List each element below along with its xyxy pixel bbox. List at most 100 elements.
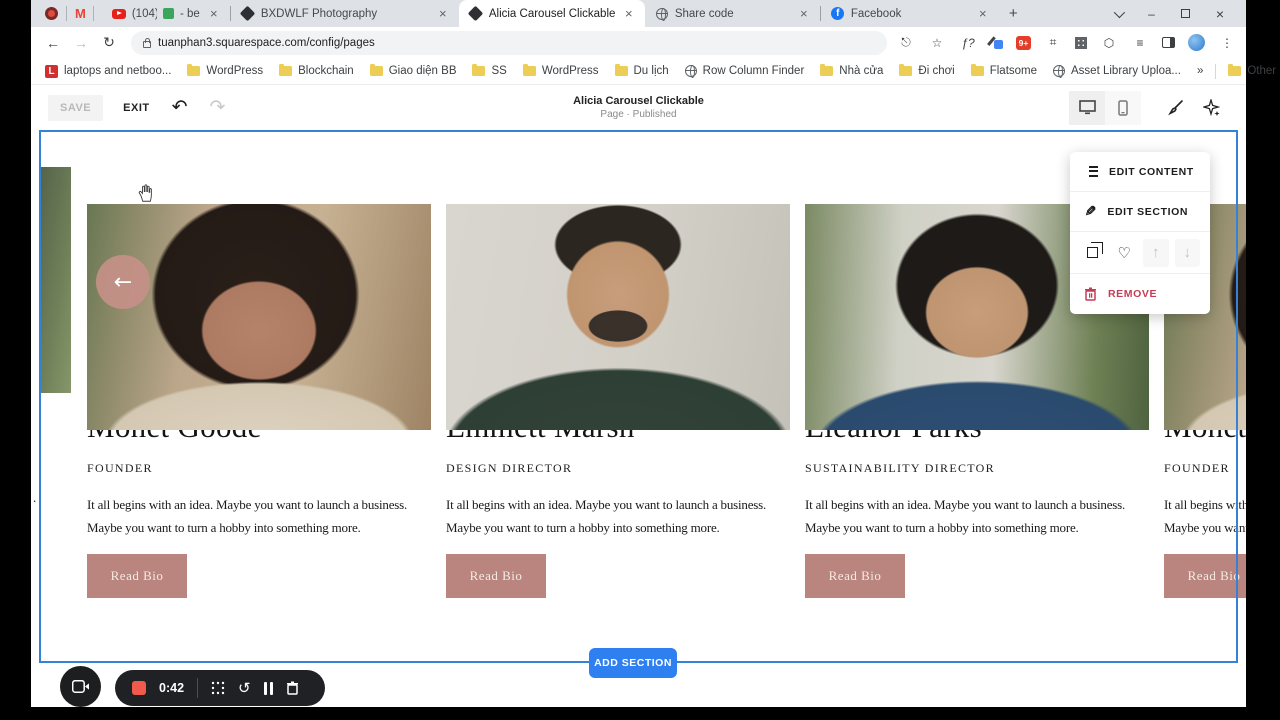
bookmark-folder[interactable]: Giao diện BB <box>369 64 456 77</box>
folder-icon <box>1228 64 1242 76</box>
minimize-button[interactable]: – <box>1148 7 1155 21</box>
edit-section-menu-item[interactable]: ✎ EDIT SECTION <box>1070 192 1210 232</box>
facebook-icon: f <box>831 7 845 21</box>
screen: M (104) lofi hip hop radio - be × BXDWLF… <box>0 0 1280 720</box>
back-icon[interactable]: ← <box>41 35 65 51</box>
member-bio: It all begins with an idea. Maybe you wa… <box>1164 497 1246 535</box>
tab-alicia-carousel[interactable]: Alicia Carousel Clickable — @t × <box>458 0 645 27</box>
folder-icon <box>472 64 486 76</box>
bookmark-star-icon[interactable]: ☆ <box>928 36 946 50</box>
globe-icon <box>655 7 669 21</box>
close-window-button[interactable]: × <box>1216 6 1224 22</box>
left-arrow-icon: ← <box>113 269 133 295</box>
font-finder-extension-icon[interactable]: ƒ? <box>959 36 977 50</box>
tab-bxdwlf[interactable]: BXDWLF Photography × <box>231 0 459 27</box>
site-styles-brush-icon[interactable] <box>1157 91 1193 125</box>
tab-share-code[interactable]: Share code × <box>645 0 820 27</box>
undo-icon[interactable]: ↶ <box>172 98 188 117</box>
puzzle-extensions-icon[interactable]: ⬡ <box>1100 36 1118 50</box>
team-photo-emmett-marsh[interactable] <box>446 204 790 430</box>
bookmark-item[interactable]: Asset Library Uploa... <box>1053 65 1181 78</box>
bookmark-folder[interactable]: SS <box>472 64 507 77</box>
read-bio-button[interactable]: Read Bio <box>446 554 546 598</box>
bookmark-item[interactable]: Llaptops and netboo... <box>45 64 171 78</box>
restart-recording-icon[interactable]: ↺ <box>238 679 251 697</box>
read-bio-button[interactable]: Read Bio <box>87 554 187 598</box>
edit-content-menu-item[interactable]: EDIT CONTENT <box>1070 152 1210 192</box>
folder-icon <box>279 64 293 76</box>
tab-bar: M (104) lofi hip hop radio - be × BXDWLF… <box>31 0 1246 27</box>
toolbar-icons: ⎋ ☆ ƒ? 9+ ⌗ ⬡ ≡ ⋮ <box>897 34 1236 51</box>
bookmark-folder[interactable]: WordPress <box>522 64 599 77</box>
share-icon[interactable]: ⎋ <box>897 35 915 50</box>
exit-button[interactable]: EXIT <box>123 102 149 114</box>
stop-recording-button[interactable] <box>132 681 146 695</box>
remove-section-menu-item[interactable]: REMOVE <box>1070 274 1210 314</box>
other-bookmarks[interactable]: Other bookmarks <box>1228 64 1280 77</box>
side-panel-icon[interactable] <box>1162 37 1175 48</box>
bookmark-folder[interactable]: Nhà cửa <box>820 64 883 77</box>
bookmark-folder[interactable]: WordPress <box>187 64 263 77</box>
pen-extension-icon[interactable] <box>990 36 1003 49</box>
save-button[interactable]: SAVE <box>48 94 104 121</box>
mobile-preview-icon[interactable] <box>1105 90 1141 125</box>
tab-search-chevron-icon[interactable] <box>1113 6 1126 18</box>
trash-icon <box>1085 287 1096 301</box>
tab-title: BXDWLF Photography <box>260 7 378 20</box>
bookmark-item[interactable]: Row Column Finder <box>684 65 804 78</box>
desktop-preview-icon[interactable] <box>1069 90 1105 125</box>
address-bar: ← → ↻ tuanphan3.squarespace.com/config/p… <box>31 27 1246 58</box>
restore-button[interactable] <box>1180 9 1190 18</box>
camera-icon <box>71 680 89 693</box>
delete-recording-icon[interactable] <box>286 681 299 695</box>
bookmark-folder[interactable]: Flatsome <box>970 64 1037 77</box>
tab-youtube[interactable]: (104) lofi hip hop radio - be × <box>102 0 230 27</box>
apps-grid-icon[interactable] <box>1075 36 1087 49</box>
duplicate-section-icon[interactable] <box>1080 239 1106 267</box>
bookmark-folder[interactable]: Du lịch <box>614 64 669 77</box>
pause-recording-icon[interactable] <box>263 681 273 695</box>
previous-card-photo[interactable] <box>41 167 71 393</box>
save-section-heart-icon[interactable]: ♡ <box>1112 239 1138 267</box>
pencil-icon: ✎ <box>1084 203 1097 219</box>
bookmark-folder[interactable]: Blockchain <box>279 64 354 77</box>
new-tab-button[interactable]: + <box>999 5 1028 22</box>
ai-sparkle-icon[interactable] <box>1193 91 1229 125</box>
move-section-down-icon[interactable]: ↓ <box>1174 238 1200 267</box>
redo-icon[interactable]: ↷ <box>210 98 226 117</box>
close-tab-icon[interactable]: × <box>435 6 451 21</box>
bookmarks-overflow-chevron[interactable]: » <box>1197 65 1203 77</box>
close-tab-icon[interactable]: × <box>206 6 222 21</box>
tab-facebook[interactable]: f Facebook × <box>821 0 999 27</box>
divider <box>197 678 199 698</box>
add-section-button[interactable]: ADD SECTION <box>589 648 677 678</box>
move-section-up-icon[interactable]: ↑ <box>1143 238 1169 267</box>
recording-indicator-icon[interactable] <box>45 7 58 20</box>
url-input[interactable]: tuanphan3.squarespace.com/config/pages <box>131 30 887 55</box>
menu-kebab-icon[interactable]: ⋮ <box>1218 36 1236 50</box>
folder-icon <box>187 64 201 76</box>
gmail-pinned-tab-icon[interactable]: M <box>75 6 86 21</box>
recorder-camera-button[interactable] <box>60 666 101 707</box>
read-bio-button[interactable]: Read Bio <box>805 554 905 598</box>
carousel-prev-button[interactable]: ← <box>96 255 150 309</box>
tab-title: Share code <box>674 7 734 20</box>
drag-handle-icon[interactable] <box>211 681 225 695</box>
team-photo-monet-goode[interactable] <box>87 204 431 430</box>
close-tab-icon[interactable]: × <box>796 6 812 21</box>
close-tab-icon[interactable]: × <box>975 6 991 21</box>
close-tab-icon[interactable]: × <box>621 6 637 21</box>
globe-icon <box>1053 65 1066 78</box>
read-bio-button[interactable]: Read Bio <box>1164 554 1246 598</box>
profile-avatar[interactable] <box>1188 34 1205 51</box>
bookmark-folder[interactable]: Đi chơi <box>899 64 955 77</box>
divider <box>66 6 67 21</box>
screenshot-extension-icon[interactable]: ⌗ <box>1044 35 1062 50</box>
notification-badge-extension-icon[interactable]: 9+ <box>1016 35 1031 50</box>
tab-title: Alicia Carousel Clickable — @t <box>488 7 615 20</box>
team-card: Emmett Marsh DESIGN DIRECTOR It all begi… <box>446 167 790 598</box>
reading-list-icon[interactable]: ≡ <box>1131 36 1149 50</box>
reload-icon[interactable]: ↻ <box>97 34 121 51</box>
forward-icon[interactable]: → <box>69 35 93 51</box>
squarespace-icon <box>240 5 256 22</box>
